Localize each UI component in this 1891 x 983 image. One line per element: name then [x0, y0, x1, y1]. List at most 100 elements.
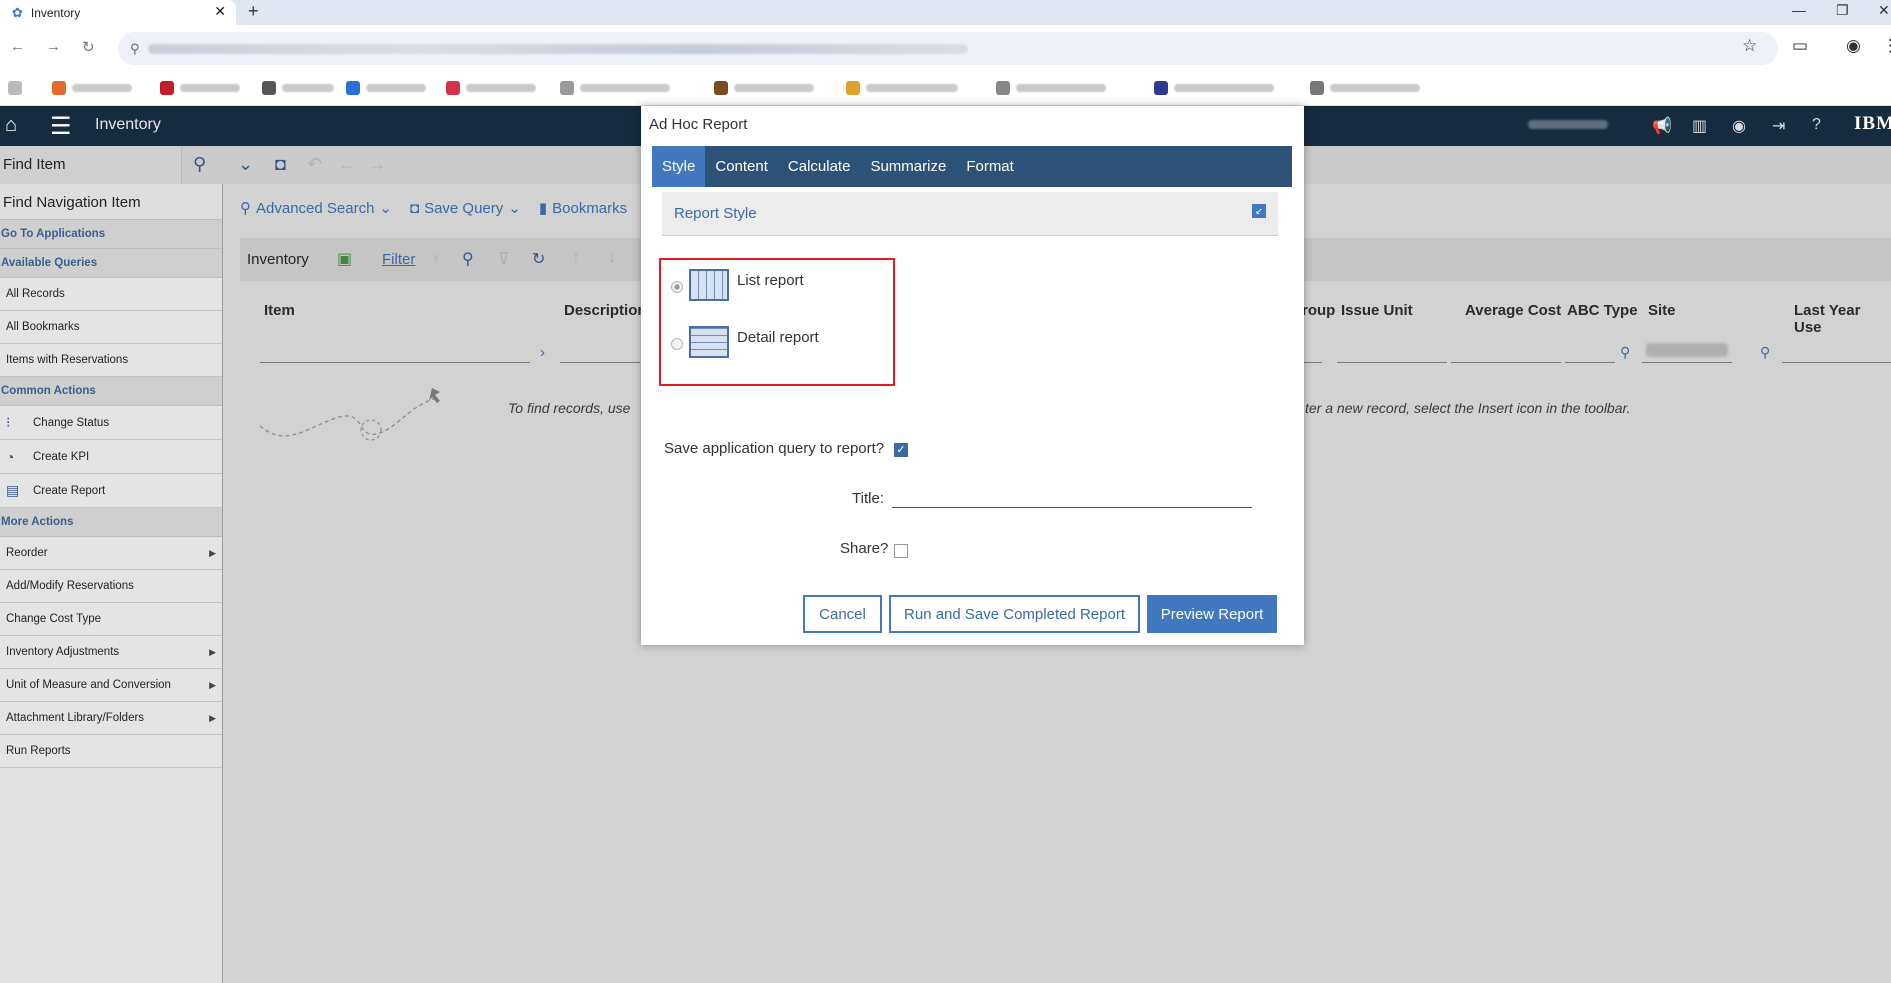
query-all-records[interactable]: All Records [0, 278, 222, 311]
undo-icon[interactable]: ↶ [307, 154, 322, 175]
filter-field-average-cost[interactable] [1451, 362, 1561, 363]
share-checkbox[interactable] [894, 544, 908, 558]
bookmark-item[interactable] [714, 80, 814, 96]
profile-icon[interactable]: ◉ [1732, 116, 1746, 136]
clear-filter-icon[interactable]: ⊽ [498, 249, 510, 269]
forward-icon[interactable]: → [46, 38, 61, 55]
action-unit-of-measure[interactable]: Unit of Measure and Conversion ▶ [0, 669, 222, 702]
chevron-down-icon[interactable]: ⌄ [238, 154, 253, 175]
chevron-right-icon[interactable]: › [540, 344, 545, 361]
restore-icon[interactable]: ❐ [1836, 2, 1849, 19]
site-info-icon[interactable]: ⚲ [130, 41, 140, 57]
filter-icon[interactable]: ▣ [337, 249, 352, 269]
address-bar[interactable]: ⚲ [118, 32, 1778, 65]
bookmark-item[interactable] [846, 80, 958, 96]
bookmark-item[interactable] [996, 80, 1106, 96]
bookmark-item[interactable] [346, 80, 426, 96]
lookup-search-icon[interactable]: ⚲ [1760, 344, 1770, 361]
chevron-right-icon[interactable]: › [433, 249, 438, 267]
bookmark-item[interactable] [160, 80, 240, 96]
hamburger-menu-icon[interactable]: ☰ [50, 112, 72, 141]
previous-arrow-icon[interactable]: ← [338, 154, 356, 175]
lookup-search-icon[interactable]: ⚲ [1620, 344, 1630, 361]
column-header-description[interactable]: Description [564, 302, 647, 319]
column-header-abc-type[interactable]: ABC Type [1567, 302, 1638, 319]
home-icon[interactable]: ⌂ [5, 114, 17, 137]
reload-icon[interactable]: ↻ [82, 38, 95, 56]
list-report-radio[interactable] [671, 281, 683, 293]
column-header-last-year-use[interactable]: Last Year Use [1794, 302, 1891, 336]
arrow-up-icon[interactable]: ↑ [572, 249, 580, 267]
apps-icon[interactable] [8, 80, 22, 96]
tab-style[interactable]: Style [652, 146, 706, 187]
bookmark-item[interactable] [560, 80, 670, 96]
action-create-report[interactable]: ▤ Create Report [0, 474, 222, 508]
action-run-reports[interactable]: Run Reports [0, 735, 222, 768]
tab-format[interactable]: Format [956, 146, 1024, 187]
collapse-section-icon[interactable]: ↙ [1252, 204, 1266, 218]
filter-field-item[interactable] [260, 362, 530, 363]
bookmarks-button[interactable]: ▮ Bookmarks [539, 199, 627, 218]
query-items-with-reservations[interactable]: Items with Reservations [0, 344, 222, 377]
column-header-average-cost[interactable]: Average Cost [1465, 302, 1561, 319]
tab-calculate[interactable]: Calculate [778, 146, 861, 187]
back-icon[interactable]: ← [10, 38, 25, 55]
action-reorder[interactable]: Reorder ▶ [0, 537, 222, 570]
detail-report-option[interactable]: Detail report [671, 326, 819, 358]
save-query-checkbox[interactable]: ✓ [894, 443, 908, 457]
arrow-down-icon[interactable]: ↓ [608, 249, 616, 267]
filter-field-description[interactable] [560, 362, 640, 363]
bookmark-item[interactable] [52, 80, 132, 96]
megaphone-icon[interactable]: 📢 [1652, 116, 1672, 136]
browser-tab[interactable]: ✿ Inventory ✕ [0, 0, 236, 25]
cast-icon[interactable]: ▭ [1792, 36, 1808, 56]
run-and-save-report-button[interactable]: Run and Save Completed Report [889, 595, 1140, 633]
find-navigation-item[interactable]: Find Navigation Item [0, 184, 222, 220]
profile-icon[interactable]: ◉ [1846, 36, 1861, 56]
star-icon[interactable]: ☆ [1742, 36, 1757, 56]
column-header-site[interactable]: Site [1648, 302, 1676, 319]
column-header-item[interactable]: Item [264, 302, 295, 319]
advanced-search-button[interactable]: ⚲ Advanced Search ⌄ [240, 199, 392, 218]
column-header-issue-unit[interactable]: Issue Unit [1341, 302, 1413, 319]
search-icon[interactable]: ⚲ [193, 154, 206, 175]
action-inventory-adjustments[interactable]: Inventory Adjustments ▶ [0, 636, 222, 669]
filter-field-abc-type[interactable] [1565, 362, 1615, 363]
bookmark-item[interactable] [446, 80, 536, 96]
filter-field-last-year-use[interactable] [1782, 362, 1891, 363]
go-to-applications[interactable]: Go To Applications [0, 220, 222, 249]
preview-report-button[interactable]: Preview Report [1147, 595, 1277, 633]
search-icon[interactable]: ⚲ [462, 249, 474, 269]
cancel-button[interactable]: Cancel [803, 595, 882, 633]
filter-link[interactable]: Filter [382, 251, 415, 268]
chrome-menu-icon[interactable]: ⋮ [1882, 36, 1891, 56]
save-icon[interactable]: ◘ [275, 154, 286, 175]
new-tab-button[interactable]: + [248, 1, 259, 22]
close-window-icon[interactable]: ✕ [1878, 2, 1890, 19]
sign-out-icon[interactable]: ⇥ [1772, 116, 1785, 136]
tab-content[interactable]: Content [705, 146, 778, 187]
tab-summarize[interactable]: Summarize [860, 146, 956, 187]
action-add-modify-reservations[interactable]: Add/Modify Reservations [0, 570, 222, 603]
column-header-group[interactable]: roup [1302, 302, 1335, 319]
filter-field-issue-unit[interactable] [1337, 362, 1447, 363]
query-all-bookmarks[interactable]: All Bookmarks [0, 311, 222, 344]
action-change-cost-type[interactable]: Change Cost Type [0, 603, 222, 636]
bookmark-item[interactable] [1310, 80, 1420, 96]
action-create-kpi[interactable]: ◔ Create KPI [0, 440, 222, 474]
find-item-input[interactable]: Find Item [0, 146, 182, 184]
filter-field-site[interactable] [1642, 362, 1732, 363]
bookmark-item[interactable] [262, 80, 334, 96]
chart-icon[interactable]: ▥ [1692, 116, 1707, 136]
bookmark-item[interactable] [1154, 80, 1274, 96]
next-arrow-icon[interactable]: → [368, 154, 386, 175]
save-query-button[interactable]: ◘ Save Query ⌄ [410, 199, 521, 218]
refresh-icon[interactable]: ↻ [532, 249, 545, 269]
minimize-icon[interactable]: — [1792, 2, 1806, 18]
title-input[interactable] [892, 507, 1252, 508]
list-report-option[interactable]: List report [671, 269, 804, 301]
action-change-status[interactable]: ⁝ Change Status [0, 406, 222, 440]
help-icon[interactable]: ? [1812, 116, 1821, 134]
action-attachment-library[interactable]: Attachment Library/Folders ▶ [0, 702, 222, 735]
close-tab-icon[interactable]: ✕ [214, 3, 226, 20]
